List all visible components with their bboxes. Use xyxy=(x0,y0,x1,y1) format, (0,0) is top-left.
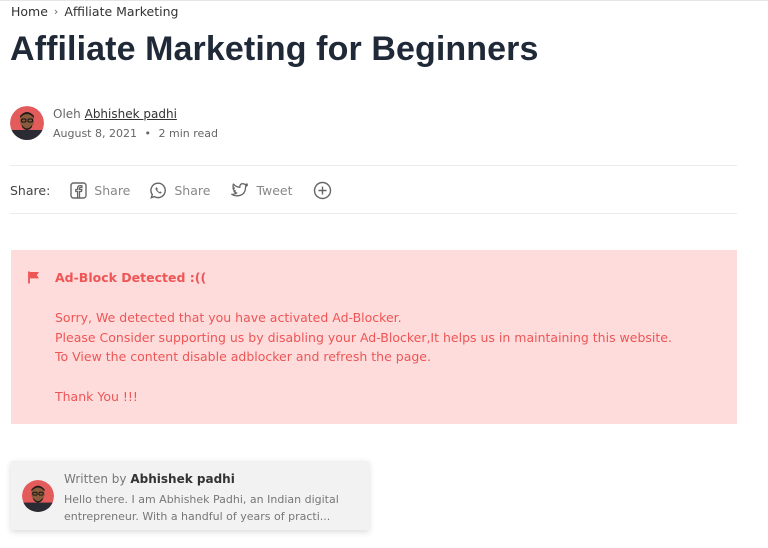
breadcrumb-separator: › xyxy=(53,5,59,18)
read-time: 2 min read xyxy=(158,126,218,140)
adblock-thanks: Thank You !!! xyxy=(55,389,138,404)
adblock-line-1: Sorry, We detected that you have activat… xyxy=(55,310,402,325)
top-divider xyxy=(0,0,768,1)
breadcrumb: Home › Affiliate Marketing xyxy=(11,4,178,19)
author-info: Oleh Abhishek padhi August 8, 2021 • 2 m… xyxy=(10,106,218,140)
author-card-bio: Hello there. I am Abhishek Padhi, an Ind… xyxy=(64,493,339,523)
share-bar: Share: Share Share Tweet xyxy=(10,179,359,201)
whatsapp-share-label: Share xyxy=(174,182,211,198)
facebook-icon xyxy=(70,181,87,199)
adblock-line-3: To View the content disable adblocker an… xyxy=(55,349,431,364)
twitter-share-label: Tweet xyxy=(256,182,293,198)
breadcrumb-home-link[interactable]: Home xyxy=(11,4,48,19)
page-title: Affiliate Marketing for Beginners xyxy=(10,30,539,68)
author-card-name[interactable]: Abhishek padhi xyxy=(130,472,234,486)
divider-top xyxy=(10,165,737,166)
author-avatar[interactable] xyxy=(10,106,44,140)
author-prefix: Oleh xyxy=(53,106,81,121)
facebook-share-label: Share xyxy=(94,182,131,198)
whatsapp-share-button[interactable]: Share xyxy=(150,182,210,199)
facebook-share-button[interactable]: Share xyxy=(70,181,131,199)
plus-circle-icon xyxy=(313,181,331,199)
divider-bottom xyxy=(10,213,737,214)
adblock-notice: Ad-Block Detected :(( Sorry, We detected… xyxy=(11,250,737,424)
adblock-line-2: Please Consider supporting us by disabli… xyxy=(55,330,672,345)
meta-dot: • xyxy=(144,126,151,140)
share-label: Share: xyxy=(10,182,51,198)
more-share-button[interactable] xyxy=(313,181,339,200)
twitter-share-button[interactable]: Tweet xyxy=(230,182,293,199)
written-by-label: Written by xyxy=(64,472,127,486)
author-name-link[interactable]: Abhishek padhi xyxy=(85,107,177,121)
twitter-icon xyxy=(231,182,249,196)
adblock-title: Ad-Block Detected :(( xyxy=(55,270,207,285)
author-card-avatar[interactable] xyxy=(22,480,54,512)
post-date: August 8, 2021 xyxy=(53,126,137,140)
whatsapp-icon xyxy=(150,182,167,199)
flag-icon xyxy=(28,271,39,284)
breadcrumb-current-link[interactable]: Affiliate Marketing xyxy=(64,4,178,19)
author-card: Written by Abhishek padhi Hello there. I… xyxy=(11,461,369,530)
